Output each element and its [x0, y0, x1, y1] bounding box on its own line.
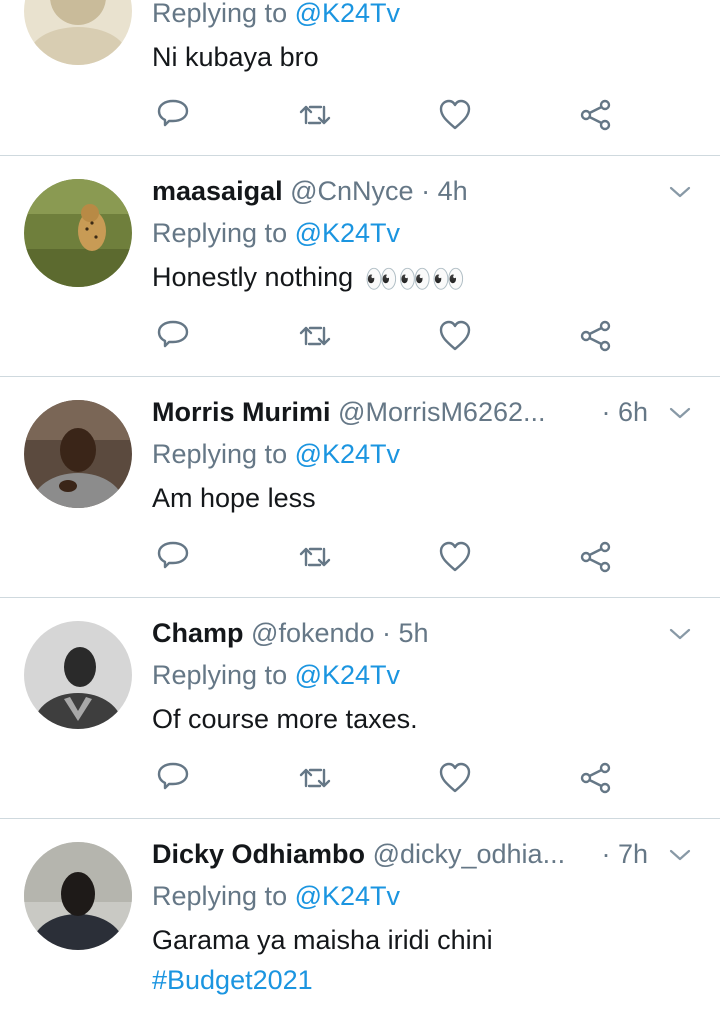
user-handle[interactable]: @MorrisM6262...: [338, 397, 545, 427]
retweet-icon: [299, 105, 331, 125]
avatar[interactable]: [24, 0, 132, 65]
like-icon: [439, 99, 471, 130]
tweet-text: Honestly nothing: [152, 262, 354, 292]
share-button[interactable]: [578, 97, 614, 133]
share-button[interactable]: [578, 318, 614, 354]
tweet-body: Honestly nothing 👀👀👀: [152, 260, 466, 296]
retweet-button[interactable]: [297, 318, 333, 354]
replying-prefix: Replying to: [152, 881, 288, 911]
like-button[interactable]: [437, 539, 473, 575]
retweet-icon: [299, 547, 331, 567]
reply-button[interactable]: [155, 318, 191, 354]
avatar[interactable]: [24, 179, 132, 287]
share-icon: [580, 762, 611, 794]
tweet-time: · 4h: [421, 176, 468, 206]
tweet-item[interactable]: maasaigal @CnNyce · 4h Replying to @K24T…: [0, 156, 720, 376]
replying-line: Replying to @K24Tv: [152, 879, 400, 913]
replying-handle[interactable]: @K24Tv: [295, 0, 400, 28]
user-handle[interactable]: @fokendo: [251, 618, 375, 648]
share-icon: [580, 320, 611, 352]
replying-line: Replying to @K24Tv: [152, 658, 400, 692]
reply-icon: [157, 99, 189, 127]
reply-icon: [157, 541, 189, 569]
display-name[interactable]: maasaigal: [152, 176, 283, 206]
like-button[interactable]: [437, 318, 473, 354]
tweet-item[interactable]: Dicky Odhiambo @dicky_odhia... · 7h Repl…: [0, 819, 720, 1021]
tweet-header: Champ @fokendo · 5h: [152, 616, 429, 650]
avatar[interactable]: [24, 400, 132, 508]
tweet-text: Garama ya maisha iridi chini: [152, 925, 493, 955]
share-icon: [580, 99, 611, 131]
tweet-item[interactable]: Champ @fokendo · 5h Replying to @K24Tv O…: [0, 598, 720, 818]
reply-button[interactable]: [155, 539, 191, 575]
chevron-down-icon[interactable]: [668, 622, 692, 646]
retweet-icon: [299, 326, 331, 346]
replying-line: Replying to @K24Tv: [152, 0, 400, 30]
reply-icon: [157, 762, 189, 790]
share-icon: [580, 541, 611, 573]
share-button[interactable]: [578, 760, 614, 796]
display-name[interactable]: Morris Murimi: [152, 397, 331, 427]
like-button[interactable]: [437, 97, 473, 133]
tweet-text: Of course more taxes.: [152, 704, 418, 734]
replying-handle[interactable]: @K24Tv: [295, 218, 400, 248]
replying-prefix: Replying to: [152, 218, 288, 248]
reply-button[interactable]: [155, 97, 191, 133]
replying-line: Replying to @K24Tv: [152, 216, 400, 250]
tweet-text: Am hope less: [152, 483, 316, 513]
retweet-icon: [299, 768, 331, 788]
replying-handle[interactable]: @K24Tv: [295, 881, 400, 911]
replying-prefix: Replying to: [152, 439, 288, 469]
reply-icon: [157, 320, 189, 348]
retweet-button[interactable]: [297, 97, 333, 133]
replying-handle[interactable]: @K24Tv: [295, 660, 400, 690]
hashtag-link[interactable]: #Budget2021: [152, 963, 313, 997]
replying-handle[interactable]: @K24Tv: [295, 439, 400, 469]
retweet-button[interactable]: [297, 760, 333, 796]
reply-button[interactable]: [155, 760, 191, 796]
tweet-item[interactable]: Morris Murimi @MorrisM6262... · 6h Reply…: [0, 377, 720, 597]
like-icon: [439, 541, 471, 572]
avatar[interactable]: [24, 842, 132, 950]
like-button[interactable]: [437, 760, 473, 796]
user-handle[interactable]: @CnNyce: [290, 176, 413, 206]
retweet-button[interactable]: [297, 539, 333, 575]
like-icon: [439, 762, 471, 793]
chevron-down-icon[interactable]: [668, 180, 692, 204]
replying-prefix: Replying to: [152, 660, 288, 690]
tweet-header: maasaigal @CnNyce · 4h: [152, 174, 468, 208]
tweet-item[interactable]: Replying to @K24Tv Ni kubaya bro: [0, 0, 720, 155]
share-button[interactable]: [578, 539, 614, 575]
replying-prefix: Replying to: [152, 0, 288, 28]
tweet-text: Ni kubaya bro: [152, 42, 319, 72]
tweet-time: · 6h: [601, 397, 648, 427]
chevron-down-icon[interactable]: [668, 401, 692, 425]
tweet-header: Dicky Odhiambo @dicky_odhia...: [152, 837, 565, 871]
display-name[interactable]: Dicky Odhiambo: [152, 839, 365, 869]
tweet-time: · 7h: [601, 839, 648, 869]
display-name[interactable]: Champ: [152, 618, 244, 648]
replying-line: Replying to @K24Tv: [152, 437, 400, 471]
avatar[interactable]: [24, 621, 132, 729]
tweet-header: Morris Murimi @MorrisM6262...: [152, 395, 546, 429]
user-handle[interactable]: @dicky_odhia...: [373, 839, 566, 869]
eyes-emoji: 👀👀👀: [364, 264, 466, 294]
tweet-time: · 5h: [382, 618, 429, 648]
chevron-down-icon[interactable]: [668, 843, 692, 867]
like-icon: [439, 320, 471, 351]
